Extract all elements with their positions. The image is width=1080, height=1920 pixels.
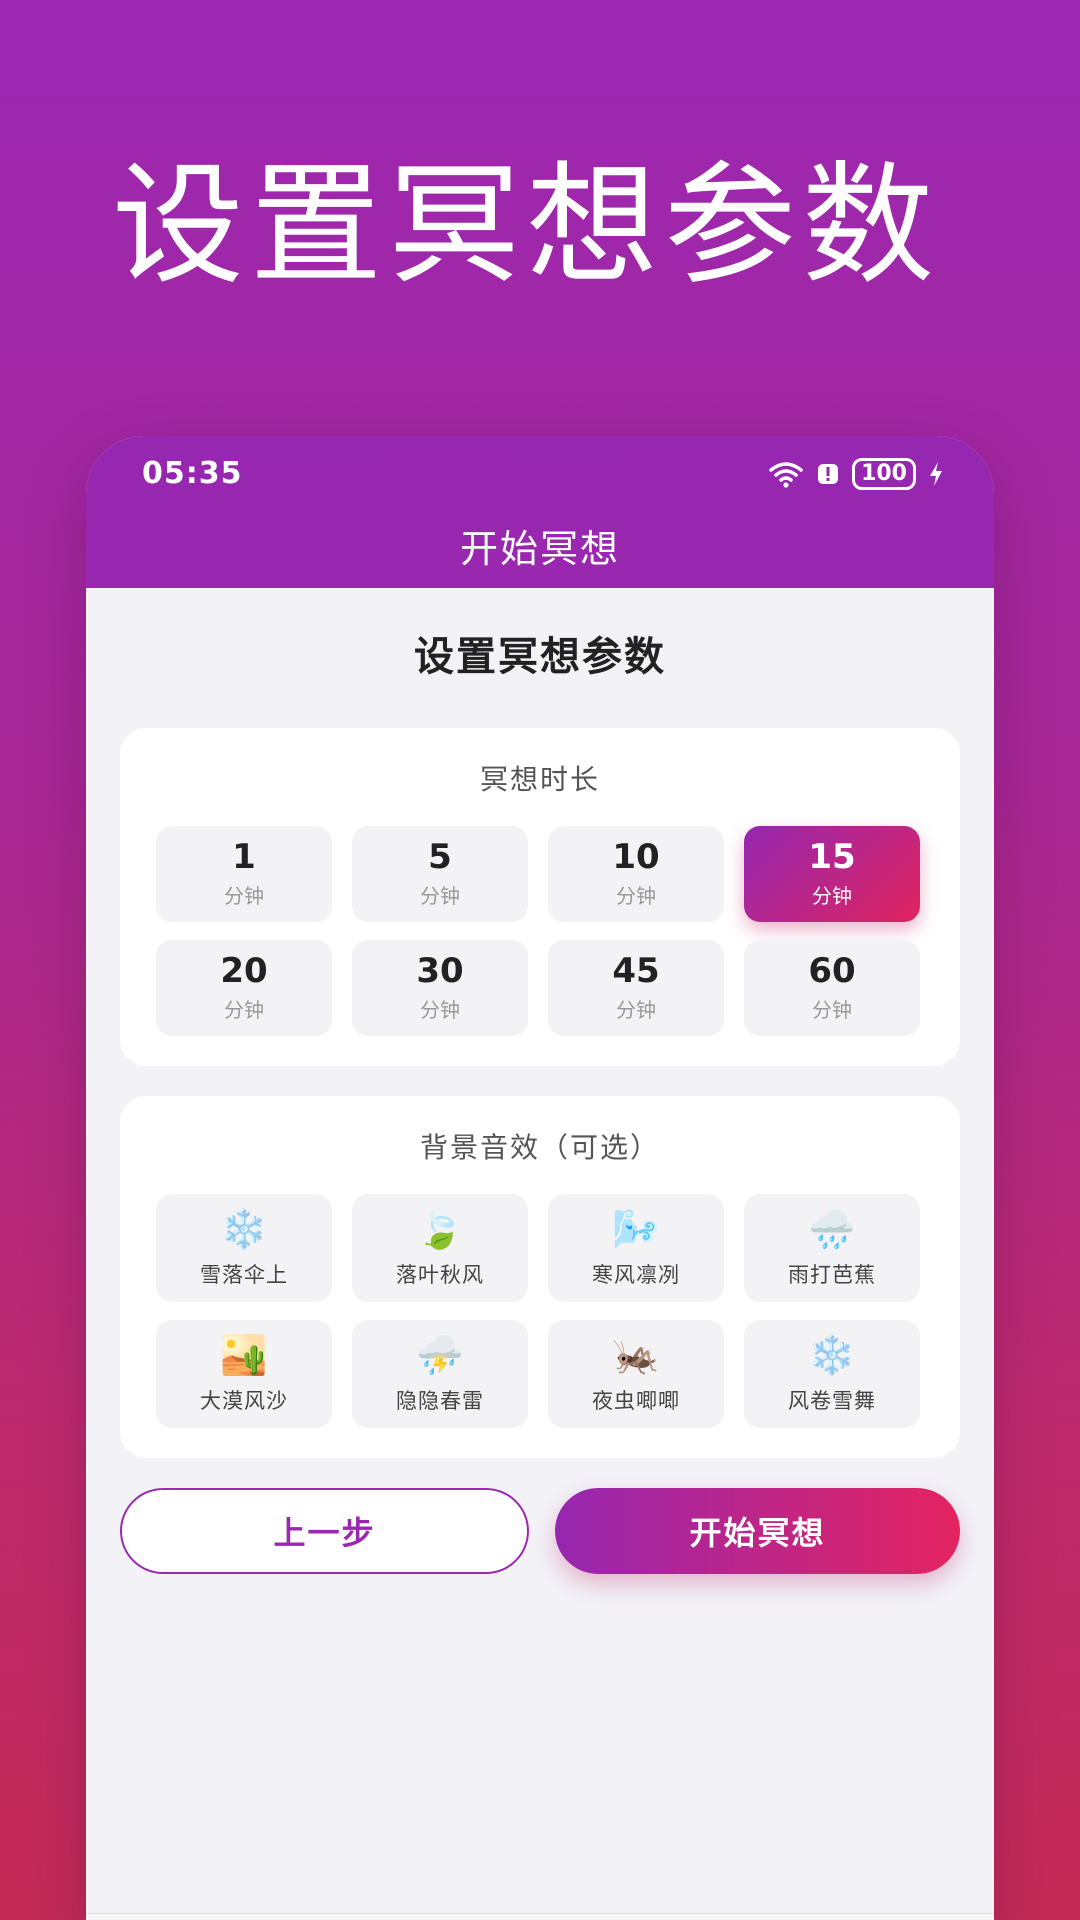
- app-header: 05:35 100 开始冥想: [86, 436, 994, 588]
- duration-option-30[interactable]: 30 分钟: [352, 940, 528, 1036]
- duration-value: 5: [428, 836, 452, 877]
- duration-unit: 分钟: [420, 998, 460, 1023]
- charging-icon: [930, 462, 942, 486]
- duration-unit: 分钟: [616, 998, 656, 1023]
- duration-value: 30: [416, 950, 464, 991]
- duration-unit: 分钟: [812, 884, 852, 909]
- status-time: 05:35: [142, 456, 243, 491]
- duration-value: 60: [808, 950, 856, 991]
- wifi-icon: [769, 462, 803, 488]
- sound-label: 隐隐春雷: [396, 1389, 484, 1413]
- duration-option-1[interactable]: 1 分钟: [156, 826, 332, 922]
- thunder-cloud-icon: ⛈️: [416, 1333, 464, 1377]
- sound-option-wind-snow[interactable]: ❄️ 风卷雪舞: [744, 1320, 920, 1428]
- sound-label: 风卷雪舞: [788, 1389, 876, 1413]
- duration-unit: 分钟: [812, 998, 852, 1023]
- sound-grid: ❄️ 雪落伞上 🍃 落叶秋风 🌬️ 寒风凛冽 🌧️ 雨打芭蕉 🏜️ 大漠风沙 ⛈…: [156, 1194, 924, 1428]
- action-buttons: 上一步 开始冥想: [120, 1488, 960, 1574]
- duration-option-5[interactable]: 5 分钟: [352, 826, 528, 922]
- duration-value: 15: [808, 836, 856, 877]
- wind-face-icon: 🌬️: [612, 1207, 660, 1251]
- duration-grid: 1 分钟 5 分钟 10 分钟 15 分钟 20 分钟 30 分钟 45 分钟 …: [156, 826, 924, 1036]
- phone-screen: 05:35 100 开始冥想 设置冥想参数 冥想时长 1 分钟 5 分钟 10 …: [86, 436, 994, 1920]
- sound-option-desert-sand[interactable]: 🏜️ 大漠风沙: [156, 1320, 332, 1428]
- sound-label: 夜虫唧唧: [592, 1389, 680, 1413]
- sound-option-night-insects[interactable]: 🦗 夜虫唧唧: [548, 1320, 724, 1428]
- promo-title: 设置冥想参数: [112, 149, 940, 303]
- previous-step-button[interactable]: 上一步: [120, 1488, 529, 1574]
- status-icons: 100: [768, 458, 944, 490]
- leaf-icon: 🍃: [416, 1207, 464, 1251]
- duration-option-10[interactable]: 10 分钟: [548, 826, 724, 922]
- duration-option-45[interactable]: 45 分钟: [548, 940, 724, 1036]
- duration-unit: 分钟: [224, 998, 264, 1023]
- page-heading: 设置冥想参数: [414, 634, 666, 680]
- duration-card: 冥想时长 1 分钟 5 分钟 10 分钟 15 分钟 20 分钟 30 分钟 4…: [120, 728, 960, 1066]
- snowflake-icon: ❄️: [220, 1207, 268, 1251]
- main-content: 设置冥想参数 冥想时长 1 分钟 5 分钟 10 分钟 15 分钟 20 分钟 …: [86, 624, 994, 1574]
- duration-option-15[interactable]: 15 分钟: [744, 826, 920, 922]
- sound-option-rain-banana[interactable]: 🌧️ 雨打芭蕉: [744, 1194, 920, 1302]
- sound-label: 落叶秋风: [396, 1263, 484, 1287]
- start-meditation-button[interactable]: 开始冥想: [555, 1488, 960, 1574]
- sound-option-spring-thunder[interactable]: ⛈️ 隐隐春雷: [352, 1320, 528, 1428]
- duration-title: 冥想时长: [479, 763, 600, 796]
- snowflakes-icon: ❄️: [808, 1333, 856, 1377]
- sound-option-autumn-leaves[interactable]: 🍃 落叶秋风: [352, 1194, 528, 1302]
- sound-card: 背景音效（可选） ❄️ 雪落伞上 🍃 落叶秋风 🌬️ 寒风凛冽 🌧️ 雨打芭蕉: [120, 1096, 960, 1458]
- battery-indicator: 100: [852, 458, 916, 490]
- duration-option-60[interactable]: 60 分钟: [744, 940, 920, 1036]
- sound-label: 大漠风沙: [200, 1389, 288, 1413]
- sound-option-cold-wind[interactable]: 🌬️ 寒风凛冽: [548, 1194, 724, 1302]
- sound-option-snow-umbrella[interactable]: ❄️ 雪落伞上: [156, 1194, 332, 1302]
- sound-label: 雪落伞上: [200, 1263, 288, 1287]
- bottom-nav: [86, 1913, 994, 1920]
- cricket-icon: 🦗: [612, 1333, 660, 1377]
- duration-value: 1: [232, 836, 256, 877]
- sound-label: 寒风凛冽: [592, 1263, 680, 1287]
- sound-title: 背景音效（可选）: [419, 1131, 660, 1164]
- alert-icon: [818, 464, 839, 484]
- sound-label: 雨打芭蕉: [788, 1263, 876, 1287]
- duration-value: 10: [612, 836, 660, 877]
- duration-option-20[interactable]: 20 分钟: [156, 940, 332, 1036]
- desert-icon: 🏜️: [220, 1333, 268, 1377]
- duration-unit: 分钟: [224, 884, 264, 909]
- duration-unit: 分钟: [420, 884, 460, 909]
- duration-unit: 分钟: [616, 884, 656, 909]
- rain-cloud-icon: 🌧️: [808, 1207, 856, 1251]
- app-title: 开始冥想: [459, 527, 620, 571]
- duration-value: 45: [612, 950, 660, 991]
- duration-value: 20: [220, 950, 268, 991]
